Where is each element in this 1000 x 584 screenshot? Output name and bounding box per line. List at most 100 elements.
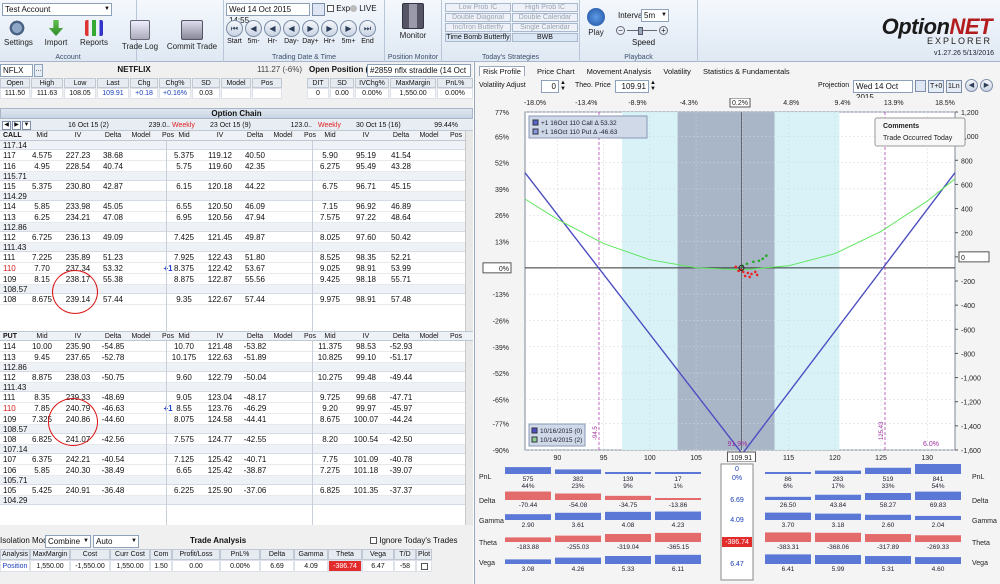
tab-statistics[interactable]: Statistics & Fundamentals [703, 67, 790, 76]
chain-cell[interactable]: -39.07 [386, 465, 416, 476]
chain-cell[interactable]: -45.97 [386, 403, 416, 414]
chain-cell[interactable]: 6.225 [170, 485, 198, 496]
chain-cell[interactable]: 10.275 [316, 372, 344, 383]
chain-cell[interactable]: 6.15 [170, 181, 198, 192]
chain-cell[interactable]: -44.24 [386, 414, 416, 425]
vol-adjust-stepper[interactable]: 0 [541, 80, 559, 93]
chain-cell[interactable]: 101.35 [351, 485, 381, 496]
chain-cell[interactable]: 99.68 [351, 392, 381, 403]
call-scrollbar[interactable] [465, 131, 473, 331]
chain-cell[interactable]: 42.87 [98, 181, 128, 192]
strategy-high-prob-ic[interactable]: High Prob IC [512, 3, 578, 12]
chain-cell[interactable]: 8.20 [316, 434, 344, 445]
chain-cell[interactable]: -38.49 [98, 465, 128, 476]
put-scrollbar[interactable] [465, 341, 473, 525]
chain-cell[interactable]: 5.90 [316, 150, 344, 161]
chain-cell[interactable]: -54.85 [98, 341, 128, 352]
chain-cell[interactable]: 100.54 [351, 434, 381, 445]
reports-button[interactable]: Reports [80, 20, 108, 47]
chain-cell[interactable]: 9.05 [170, 392, 198, 403]
account-combo[interactable]: Test Account ▼ [2, 3, 112, 16]
chain-cell[interactable]: 9.20 [316, 403, 344, 414]
chain-cell[interactable]: -52.78 [98, 352, 128, 363]
position-combo[interactable]: #2859 nflx straddle (14 Oct [367, 64, 471, 77]
chain-cell[interactable]: 7.575 [316, 212, 344, 223]
chain-cell[interactable]: 242.21 [63, 454, 93, 465]
chain-cell[interactable]: 8.025 [316, 232, 344, 243]
chain-cell[interactable]: 119.60 [205, 161, 235, 172]
table-row[interactable]: 117 4.575 227.23 38.68 5.375 119.12 40.50 5.90 9… [0, 150, 465, 161]
chain-cell[interactable]: 237.65 [63, 352, 93, 363]
expiry-combo-arrow[interactable]: ▼ [22, 121, 31, 130]
calendar-icon[interactable] [915, 80, 926, 92]
nav-day-fwd-button[interactable]: ▶ [302, 20, 319, 37]
strategy-double-diagonal[interactable]: Double Diagonal [445, 13, 511, 22]
chain-cell[interactable]: 240.91 [63, 485, 93, 496]
chain-cell[interactable]: 7.925 [170, 252, 198, 263]
chain-cell[interactable]: -46.63 [98, 403, 128, 414]
chain-cell[interactable]: 44.22 [240, 181, 270, 192]
chain-cell[interactable]: 46.09 [240, 201, 270, 212]
nav-hr-back-button[interactable]: ◀ [264, 20, 281, 37]
chain-cell[interactable]: 100.07 [351, 414, 381, 425]
chain-cell[interactable]: 57.44 [240, 294, 270, 305]
chain-cell[interactable]: 96.92 [351, 201, 381, 212]
nav-5m-fwd-button[interactable]: ▶ [340, 20, 357, 37]
chain-cell[interactable]: 6.95 [170, 212, 198, 223]
table-row[interactable]: 112 8.875 238.03 -50.75 9.60 122.79 -50.04 10.2… [0, 372, 465, 383]
chain-cell[interactable]: 122.42 [205, 263, 235, 274]
chain-cell[interactable]: 124.77 [205, 434, 235, 445]
table-row[interactable]: 115 5.375 230.80 42.87 6.15 120.18 44.22 6.75 96… [0, 181, 465, 192]
table-row[interactable]: 105 5.425 240.91 -36.48 6.225 125.90 -37.06 6.8… [0, 485, 465, 496]
chain-cell[interactable]: 123.04 [205, 392, 235, 403]
table-row[interactable]: 106 5.85 240.30 -38.49 6.65 125.42 -38.87 7.275… [0, 465, 465, 476]
expiry-label[interactable]: 30 Oct 15 (16) [356, 120, 401, 131]
chain-cell[interactable]: 125.90 [205, 485, 235, 496]
chain-cell[interactable]: 51.80 [240, 252, 270, 263]
chain-cell[interactable]: 10.70 [170, 341, 198, 352]
chain-cell[interactable]: 8.875 [170, 274, 198, 285]
chain-cell[interactable]: 120.50 [205, 201, 235, 212]
strategy-single-calendar[interactable]: Single Calendar [512, 23, 578, 32]
chain-cell[interactable]: -49.44 [386, 372, 416, 383]
monitor-button[interactable]: Monitor [391, 3, 435, 40]
chain-cell[interactable]: 8.875 [28, 372, 56, 383]
chain-cell[interactable]: 122.79 [205, 372, 235, 383]
chain-cell[interactable]: 40.50 [240, 150, 270, 161]
settings-button[interactable]: Settings [4, 20, 33, 47]
chain-cell[interactable]: 55.71 [386, 274, 416, 285]
strategy-bwb[interactable]: BWB [512, 33, 578, 42]
nav-end-button[interactable]: ⏭ [359, 20, 376, 37]
chain-cell[interactable]: 122.67 [205, 294, 235, 305]
table-row[interactable]: 116 4.95 228.54 40.74 5.75 119.60 42.35 6.275 95… [0, 161, 465, 172]
back-arrow-icon[interactable]: ◀ [965, 79, 978, 92]
chain-cell[interactable]: -44.41 [240, 414, 270, 425]
chain-cell[interactable]: 46.89 [386, 201, 416, 212]
chain-cell[interactable]: 8.525 [316, 252, 344, 263]
chain-cell[interactable]: 6.725 [28, 232, 56, 243]
chain-cell[interactable]: -48.17 [240, 392, 270, 403]
chain-cell[interactable]: -42.56 [98, 434, 128, 445]
chain-cell[interactable]: 7.225 [28, 252, 56, 263]
table-row[interactable]: 114 5.85 233.98 45.05 6.55 120.50 46.09 7.15 96.… [0, 201, 465, 212]
chain-cell[interactable]: 121.45 [205, 232, 235, 243]
chain-cell[interactable]: 98.91 [351, 263, 381, 274]
chain-cell[interactable]: 97.60 [351, 232, 381, 243]
chain-cell[interactable]: 125.42 [205, 454, 235, 465]
chain-cell[interactable]: 6.825 [316, 485, 344, 496]
live-toggle[interactable]: LIVE [350, 4, 377, 13]
chain-cell[interactable]: 7.125 [170, 454, 198, 465]
stepper-arrows-icon[interactable]: ▲ ▼ [650, 80, 656, 92]
chain-cell[interactable]: 55.38 [98, 274, 128, 285]
calendar-icon[interactable] [312, 3, 325, 16]
chain-cell[interactable]: -50.04 [240, 372, 270, 383]
chain-cell[interactable]: 5.425 [28, 485, 56, 496]
tab-volatility[interactable]: Volatility [663, 67, 691, 76]
chain-cell[interactable]: 41.54 [386, 150, 416, 161]
chain-cell[interactable]: 122.43 [205, 252, 235, 263]
exp-toggle[interactable]: Exp [327, 4, 350, 13]
strategy-iron-butterfly[interactable]: Inc/Iron Butterfly [445, 23, 511, 32]
chain-cell[interactable]: -40.54 [98, 454, 128, 465]
chain-cell[interactable]: 45.15 [386, 181, 416, 192]
chain-cell[interactable]: 53.99 [386, 263, 416, 274]
